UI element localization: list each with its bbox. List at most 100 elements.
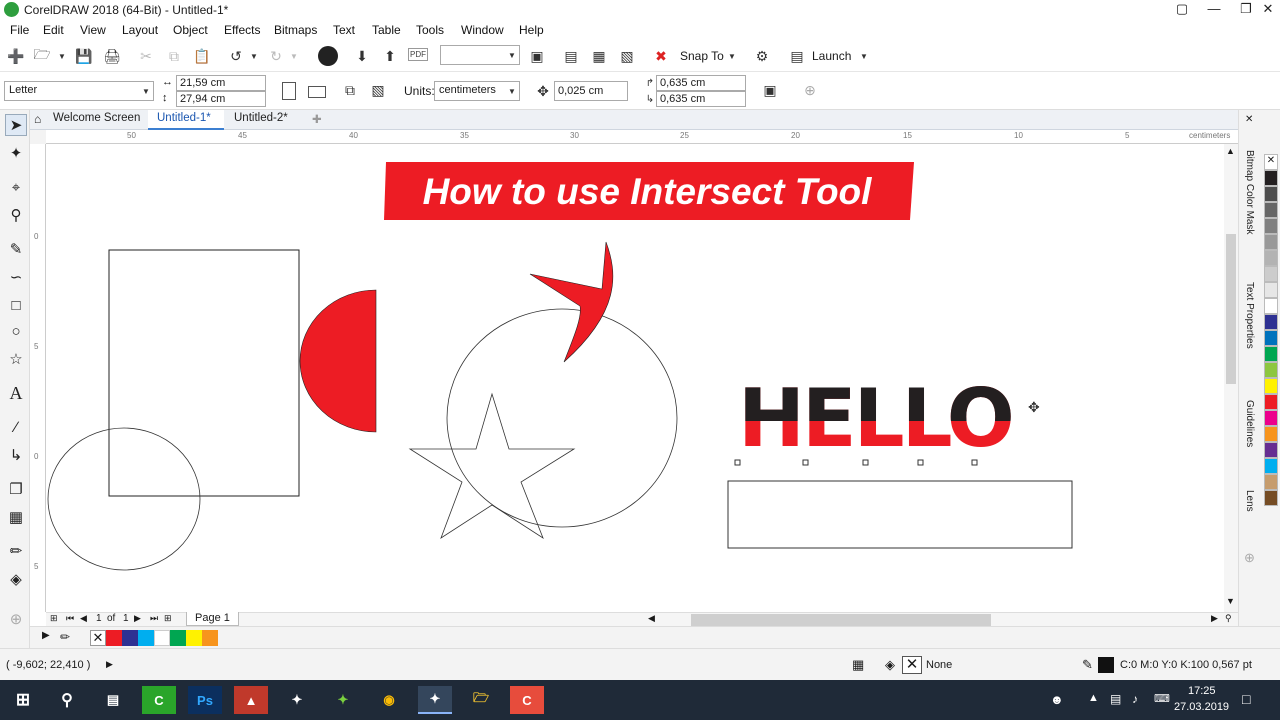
polygon-tool-icon[interactable]: ☆ (5, 348, 27, 370)
first-page-icon[interactable]: ⏮ (66, 613, 74, 624)
undo-dropdown-icon[interactable]: ▼ (250, 52, 258, 61)
people-icon[interactable]: ☻ (1050, 692, 1064, 707)
menu-effects[interactable]: Effects (224, 23, 260, 37)
full-screen-preview-icon[interactable]: ▣ (527, 46, 547, 66)
menu-tools[interactable]: Tools (416, 23, 444, 37)
intersect-rectangle[interactable] (727, 480, 1073, 549)
tab-untitled-2[interactable]: Untitled-2* (234, 112, 288, 124)
add-page-before-icon[interactable]: ⊞ (50, 613, 58, 624)
corel-capture-icon[interactable]: C (510, 686, 544, 714)
snap-dropdown-icon[interactable]: ▼ (728, 52, 736, 61)
ruler-origin[interactable] (30, 130, 46, 144)
color-swatch[interactable] (1264, 330, 1278, 346)
color-swatch[interactable] (1264, 426, 1278, 442)
color-swatch[interactable] (1264, 362, 1278, 378)
color-swatch[interactable] (1264, 394, 1278, 410)
add-docker-icon[interactable]: ⊕ (1244, 550, 1255, 566)
publish-pdf-icon[interactable]: PDF (408, 48, 428, 61)
horizontal-ruler[interactable]: 50 45 40 35 30 25 20 15 10 5 centimeters (46, 130, 1238, 144)
doc-color-swatch[interactable] (106, 630, 122, 646)
docker-lens[interactable]: Lens (1244, 490, 1255, 512)
menu-help[interactable]: Help (519, 23, 544, 37)
import-icon[interactable]: ⬇ (352, 46, 372, 66)
pick-tool-icon[interactable]: ➤ (5, 114, 27, 136)
paste-icon[interactable]: 📋 (192, 46, 212, 66)
corel-app-1-icon[interactable]: ✦ (280, 686, 314, 714)
drop-shadow-tool-icon[interactable]: ❐ (5, 478, 27, 500)
add-page-after-icon[interactable]: ⊞ (164, 613, 172, 624)
color-swatch[interactable] (1264, 410, 1278, 426)
account-icon[interactable]: ▢ (1166, 0, 1198, 20)
treat-as-filled-icon[interactable]: ▣ (760, 80, 780, 100)
outline-color-swatch[interactable] (1098, 657, 1114, 673)
rectangle-tool-icon[interactable]: □ (5, 294, 27, 316)
color-swatch[interactable] (1264, 186, 1278, 202)
cut-icon[interactable]: ✂ (136, 46, 156, 66)
interactive-fill-icon[interactable]: ◈ (5, 568, 27, 590)
shape-tool-icon[interactable]: ✦ (5, 142, 27, 164)
units-dropdown-icon[interactable]: ▼ (508, 87, 516, 96)
copy-icon[interactable]: ⧉ (164, 46, 184, 66)
docker-guidelines[interactable]: Guidelines (1244, 400, 1255, 447)
color-swatch[interactable] (1264, 234, 1278, 250)
launch-dropdown-icon[interactable]: ▼ (860, 52, 868, 61)
doc-color-swatch[interactable] (122, 630, 138, 646)
color-swatch[interactable] (1264, 458, 1278, 474)
menu-table[interactable]: Table (372, 23, 401, 37)
coreldraw-taskbar-icon[interactable]: C (142, 686, 176, 714)
prev-page-icon[interactable]: ◀ (80, 613, 87, 624)
doc-color-swatch[interactable] (138, 630, 154, 646)
landscape-icon[interactable] (308, 86, 326, 98)
nudge-distance-field[interactable]: 0,025 cm (554, 81, 628, 101)
clock-time[interactable]: 17:25 (1188, 685, 1216, 697)
menu-edit[interactable]: Edit (43, 23, 64, 37)
sketchup-taskbar-icon[interactable]: ▲ (234, 686, 268, 714)
page-width-field[interactable]: 21,59 cm (176, 75, 266, 91)
star-shape[interactable] (408, 392, 576, 540)
snap-to-button[interactable]: Snap To (680, 49, 724, 63)
chrome-taskbar-icon[interactable]: ◉ (372, 686, 406, 714)
color-swatch[interactable] (1264, 266, 1278, 282)
menu-window[interactable]: Window (461, 23, 504, 37)
show-guidelines-icon[interactable]: ▧ (617, 46, 637, 66)
undo-icon[interactable]: ↺ (226, 46, 246, 66)
portrait-icon[interactable] (282, 82, 296, 100)
coreldraw-active-icon[interactable]: ✦ (418, 686, 452, 714)
docker-text-properties[interactable]: Text Properties (1244, 282, 1255, 349)
redo-dropdown-icon[interactable]: ▼ (290, 52, 298, 61)
add-tool-icon[interactable]: ⊕ (5, 608, 27, 630)
zoom-navigator-icon[interactable]: ⚲ (1225, 613, 1232, 624)
no-color-swatch[interactable]: ✕ (1264, 154, 1278, 170)
doc-color-swatch[interactable] (154, 630, 170, 646)
redo-icon[interactable]: ↻ (266, 46, 286, 66)
large-circle-shape[interactable] (446, 308, 678, 528)
search-content-icon[interactable] (318, 46, 338, 66)
close-button[interactable]: ✕ (1252, 0, 1280, 20)
clock-date[interactable]: 27.03.2019 (1174, 701, 1229, 713)
menu-object[interactable]: Object (173, 23, 208, 37)
artistic-media-icon[interactable]: ∽ (5, 266, 27, 288)
add-tab-icon[interactable]: ✚ (312, 112, 322, 126)
start-windows-icon[interactable]: ⊞ (6, 686, 40, 714)
no-fill-swatch[interactable]: ✕ (90, 630, 106, 646)
print-icon[interactable]: 🖨 (102, 46, 122, 66)
color-swatch[interactable] (1264, 202, 1278, 218)
doc-color-swatch[interactable] (170, 630, 186, 646)
color-swatch[interactable] (1264, 170, 1278, 186)
page-size-dropdown-icon[interactable]: ▼ (142, 87, 150, 96)
red-intersect-shape[interactable] (529, 241, 614, 363)
language-icon[interactable]: ⌨ (1154, 692, 1170, 705)
color-swatch[interactable] (1264, 218, 1278, 234)
options-gear-icon[interactable]: ⚙ (752, 46, 772, 66)
scroll-right-icon[interactable]: ▶ (1211, 613, 1218, 624)
scroll-down-icon[interactable]: ▼ (1226, 596, 1235, 606)
launch-icon[interactable]: ▤ (787, 46, 807, 66)
page-1-tab[interactable]: Page 1 (186, 612, 239, 626)
menu-layout[interactable]: Layout (122, 23, 158, 37)
volume-icon[interactable]: ♪ (1132, 692, 1138, 706)
vertical-ruler[interactable]: 0 5 0 5 (30, 144, 46, 612)
photoshop-taskbar-icon[interactable]: Ps (188, 686, 222, 714)
connector-tool-icon[interactable]: ↳ (5, 444, 27, 466)
vertical-scrollbar[interactable]: ▲ ▼ (1224, 144, 1238, 612)
launch-button[interactable]: Launch (812, 49, 851, 63)
